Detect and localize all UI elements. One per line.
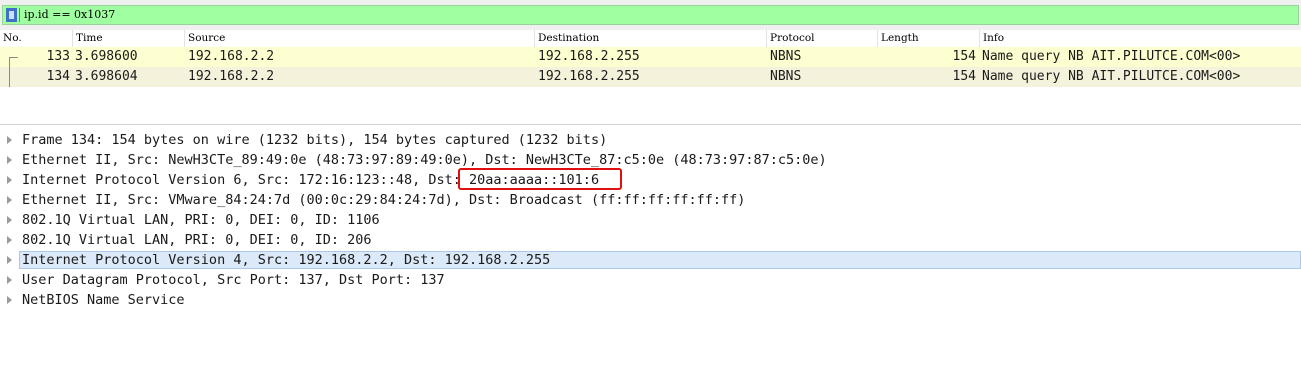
detail-row-vlan-inner[interactable]: 802.1Q Virtual LAN, PRI: 0, DEI: 0, ID: … [0,230,1301,250]
detail-row-ethernet[interactable]: Ethernet II, Src: NewH3CTe_89:49:0e (48:… [0,150,1301,170]
related-packet-bracket-icon [9,67,18,87]
expand-arrow-icon[interactable] [7,236,12,244]
column-header-protocol[interactable]: Protocol [770,31,815,46]
detail-row-label: 802.1Q Virtual LAN, PRI: 0, DEI: 0, ID: … [22,232,372,248]
detail-row-udp[interactable]: User Datagram Protocol, Src Port: 137, D… [0,270,1301,290]
detail-row-ipv4-selected[interactable]: Internet Protocol Version 4, Src: 192.16… [0,250,1301,270]
expand-arrow-icon[interactable] [7,136,12,144]
column-divider[interactable] [877,30,878,47]
expand-arrow-icon[interactable] [7,156,12,164]
detail-row-label: Internet Protocol Version 4, Src: 192.16… [22,252,551,268]
packet-row[interactable]: 133 3.698600 192.168.2.2 192.168.2.255 N… [0,47,1301,68]
pane-divider-line [0,124,1301,125]
column-header-source[interactable]: Source [188,31,225,46]
packet-no: 133 [46,49,70,64]
expand-arrow-icon[interactable] [7,256,12,264]
display-filter-toolbar: ip.id == 0x1037 [0,0,1301,30]
packet-destination: 192.168.2.255 [538,69,640,84]
column-divider[interactable] [72,30,73,47]
expand-arrow-icon[interactable] [7,276,12,284]
packet-length: 154 [952,69,976,84]
packet-source: 192.168.2.2 [188,69,275,84]
packet-time: 3.698604 [75,69,138,84]
column-header-time[interactable]: Time [76,31,103,46]
detail-row-label: Frame 134: 154 bytes on wire (1232 bits)… [22,132,608,148]
column-divider[interactable] [766,30,767,47]
display-filter-input[interactable]: ip.id == 0x1037 [2,5,1299,25]
filter-divider [19,8,20,22]
detail-row-ethernet-inner[interactable]: Ethernet II, Src: VMware_84:24:7d (00:0c… [0,190,1301,210]
column-header-info[interactable]: Info [983,31,1004,46]
packet-row[interactable]: 134 3.698604 192.168.2.2 192.168.2.255 N… [0,67,1301,87]
packet-protocol: NBNS [770,69,802,84]
filter-bookmark-icon[interactable] [6,8,17,22]
packet-length: 154 [952,49,976,64]
packet-info: Name query NB AIT.PILUTCE.COM<00> [982,49,1241,64]
packet-info: Name query NB AIT.PILUTCE.COM<00> [982,69,1241,84]
column-divider[interactable] [184,30,185,47]
detail-row-label: Ethernet II, Src: NewH3CTe_89:49:0e (48:… [22,152,827,168]
expand-arrow-icon[interactable] [7,196,12,204]
filter-expression[interactable]: ip.id == 0x1037 [24,7,115,23]
expand-arrow-icon[interactable] [7,296,12,304]
packet-source: 192.168.2.2 [188,49,275,64]
detail-row-label: User Datagram Protocol, Src Port: 137, D… [22,272,445,288]
packet-list-pane: No. Time Source Destination Protocol Len… [0,30,1301,119]
detail-row-label: NetBIOS Name Service [22,292,185,308]
packet-list-header: No. Time Source Destination Protocol Len… [0,30,1301,48]
packet-no: 134 [46,69,70,84]
detail-row-nbns[interactable]: NetBIOS Name Service [0,290,1301,310]
detail-row-label: Ethernet II, Src: VMware_84:24:7d (00:0c… [22,192,746,208]
packet-destination: 192.168.2.255 [538,49,640,64]
packet-protocol: NBNS [770,49,802,64]
column-divider[interactable] [979,30,980,47]
column-divider[interactable] [534,30,535,47]
detail-row-label: 802.1Q Virtual LAN, PRI: 0, DEI: 0, ID: … [22,212,380,228]
column-header-length[interactable]: Length [881,31,919,46]
expand-arrow-icon[interactable] [7,216,12,224]
packet-time: 3.698600 [75,49,138,64]
detail-row-ipv6[interactable]: Internet Protocol Version 6, Src: 172:16… [0,170,1301,190]
pane-splitter[interactable] [0,90,1301,126]
detail-row-vlan-outer[interactable]: 802.1Q Virtual LAN, PRI: 0, DEI: 0, ID: … [0,210,1301,230]
packet-details-pane: Frame 134: 154 bytes on wire (1232 bits)… [0,128,1301,320]
annotation-highlight-box [458,168,622,190]
column-header-destination[interactable]: Destination [538,31,599,46]
detail-row-frame[interactable]: Frame 134: 154 bytes on wire (1232 bits)… [0,130,1301,150]
column-header-no[interactable]: No. [3,31,22,46]
expand-arrow-icon[interactable] [7,176,12,184]
